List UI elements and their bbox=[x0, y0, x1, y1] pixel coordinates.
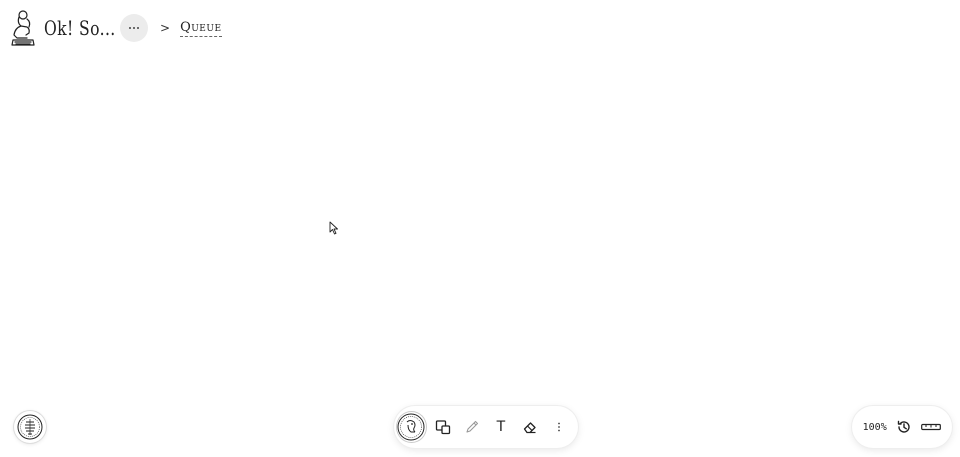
text-tool-button[interactable]: T bbox=[487, 412, 514, 442]
zoom-controls: 100% bbox=[852, 406, 952, 448]
ruler-icon[interactable] bbox=[921, 423, 942, 431]
zoom-level[interactable]: 100% bbox=[863, 422, 887, 433]
eraser-icon bbox=[523, 422, 536, 434]
whiteboard-canvas[interactable] bbox=[0, 50, 960, 400]
portrait-coin-icon bbox=[397, 413, 425, 441]
vertical-dots-icon bbox=[557, 422, 560, 432]
mouse-cursor-icon bbox=[329, 221, 338, 235]
breadcrumb-more-button[interactable] bbox=[120, 14, 148, 42]
ellipsis-icon bbox=[129, 27, 139, 29]
pencil-tool-button[interactable] bbox=[459, 412, 486, 442]
history-icon bbox=[897, 420, 910, 433]
eraser-tool-button[interactable] bbox=[516, 412, 543, 442]
shapes-icon bbox=[436, 420, 451, 435]
drawing-toolbar: T bbox=[394, 406, 578, 448]
thinker-logo-icon bbox=[11, 10, 35, 46]
header: Ok! So... > Queue bbox=[8, 8, 222, 48]
coin-avatar-icon bbox=[17, 414, 43, 440]
breadcrumb-separator: > bbox=[160, 21, 171, 35]
brand-name: Ok! So... bbox=[44, 16, 116, 40]
app-root: Ok! So... > Queue T 100% bbox=[0, 0, 960, 457]
pencil-icon bbox=[466, 420, 479, 433]
brand[interactable]: Ok! So... bbox=[8, 8, 116, 48]
toolbar-more-button[interactable] bbox=[545, 412, 572, 442]
text-icon: T bbox=[496, 419, 506, 435]
breadcrumb-current[interactable]: Queue bbox=[180, 20, 222, 37]
toolbar-avatar[interactable] bbox=[397, 412, 426, 442]
history-button[interactable] bbox=[896, 419, 912, 435]
shapes-tool-button[interactable] bbox=[430, 412, 457, 442]
user-avatar[interactable] bbox=[14, 411, 46, 443]
